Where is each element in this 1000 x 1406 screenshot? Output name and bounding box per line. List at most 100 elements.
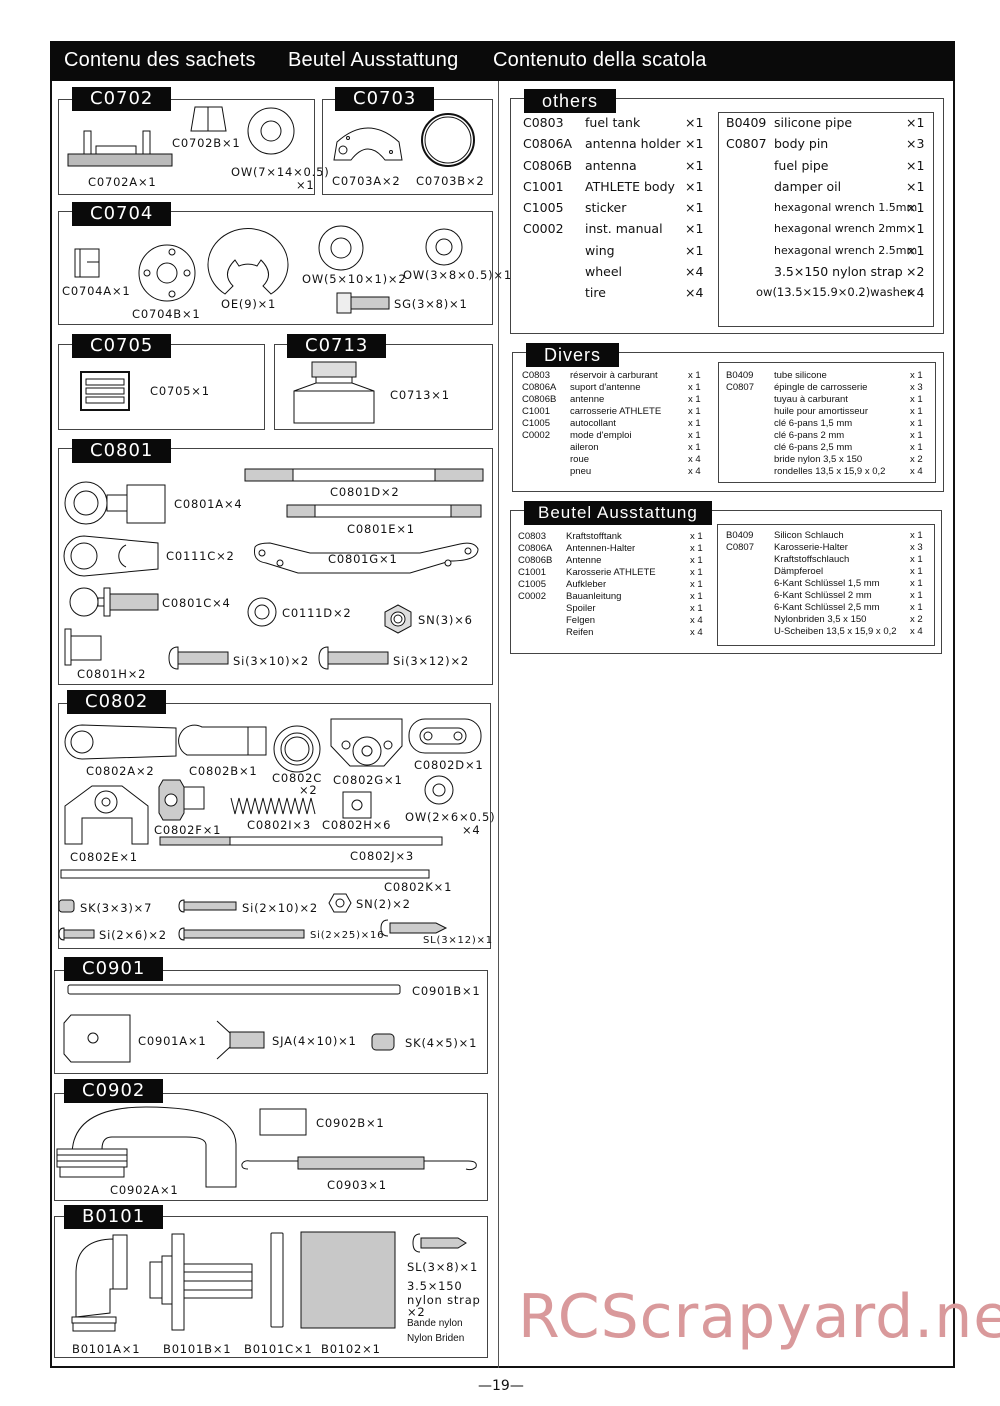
divers-list-left: C0803 réservoir à carburant x 1 C0806A supor… xyxy=(522,370,706,478)
part-qty: x 1 xyxy=(690,567,703,578)
list-item: 6-Kant Schlüssel 2 mm x 1 xyxy=(726,590,928,602)
part-name: damper oil xyxy=(774,178,842,194)
part-label: SN(2)×2 xyxy=(356,897,411,911)
part-label: C0704B×1 xyxy=(132,307,201,321)
hex-nut-icon xyxy=(384,604,412,634)
part-code: C0803 xyxy=(523,115,564,130)
part-name: suport d'antenne xyxy=(570,382,641,393)
part-name: Karosserie ATHLETE xyxy=(566,567,656,578)
part-label: C0801A×4 xyxy=(174,497,243,511)
part-code: C0806B xyxy=(522,394,557,405)
part-name: tire xyxy=(585,285,606,301)
bag-tag-c0902: C0902 xyxy=(64,1079,164,1103)
part-code: B0409 xyxy=(726,115,767,130)
list-item: C1001 Karosserie ATHLETE x 1 xyxy=(518,567,706,579)
part-qty: ×1 xyxy=(906,200,925,216)
part-label: C0703A×2 xyxy=(332,174,401,188)
part-qty: ×1 xyxy=(906,157,925,173)
part-code: C0002 xyxy=(522,430,550,441)
part-qty: x 1 xyxy=(910,394,923,405)
part-qty: ×1 xyxy=(685,157,704,173)
part-label: C0802G×1 xyxy=(333,773,403,787)
part-label: C0802K×1 xyxy=(384,880,453,894)
part-code: C1005 xyxy=(522,418,550,429)
list-item: Felgen x 4 xyxy=(518,615,706,627)
part-label: C0702A×1 xyxy=(88,175,157,189)
air-filter-elbow-icon xyxy=(70,1233,132,1335)
list-item: C0803 Kraftstofftank x 1 xyxy=(518,531,706,543)
list-item: pneu x 4 xyxy=(522,466,706,478)
part-label: C0802D×1 xyxy=(414,758,484,772)
part-qty: x 1 xyxy=(690,579,703,590)
part-qty: ×4 xyxy=(685,264,704,280)
part-qty: ×1 xyxy=(685,136,704,152)
part-qty: x 2 xyxy=(910,614,923,625)
part-label: C0802H×6 xyxy=(322,818,392,832)
list-item: B0409 tube silicone x 1 xyxy=(726,370,928,382)
part-name: rondelles 13,5 x 15,9 x 0,2 xyxy=(774,466,886,477)
part-label: C0713×1 xyxy=(390,388,450,402)
list-item: C0807 body pin ×3 xyxy=(726,133,928,154)
list-item: Kraftstoffschlauch x 1 xyxy=(726,554,928,566)
part-qty: ×1 xyxy=(685,242,704,258)
part-name: 3.5×150 nylon strap xyxy=(774,264,903,280)
part-label: Si(2×25)×16 xyxy=(310,930,385,941)
beutel-title: Beutel Ausstattung xyxy=(524,501,712,525)
list-item: Nylonbriden 3,5 x 150 x 2 xyxy=(726,614,928,626)
bag-tag-c0703: C0703 xyxy=(335,87,435,111)
list-item: C0807 Karosserie-Halter x 3 xyxy=(726,542,928,554)
list-item: Spoiler x 1 xyxy=(518,603,706,615)
part-code: C0803 xyxy=(518,531,546,542)
part-qty: ×1 xyxy=(685,221,704,237)
part-name: sticker xyxy=(585,200,627,216)
list-item: B0409 silicone pipe ×1 xyxy=(726,112,928,133)
part-label: ×2 xyxy=(299,783,318,797)
part-name: aileron xyxy=(570,442,599,453)
part-name: Antenne xyxy=(566,555,602,566)
part-label: B0101A×1 xyxy=(72,1342,141,1356)
tapping-screw-icon xyxy=(412,1232,468,1254)
list-item: hexagonal wrench 1.5mm ×1 xyxy=(726,197,928,218)
air-filter-adapter-icon xyxy=(146,1232,256,1332)
spur-gear-icon xyxy=(66,126,176,172)
part-qty: x 1 xyxy=(690,543,703,554)
turnbuckle-icon xyxy=(286,503,482,519)
part-qty: ×1 xyxy=(685,115,704,130)
part-label: C0703B×2 xyxy=(416,174,485,188)
filter-foam-icon xyxy=(259,1108,307,1136)
washer-icon xyxy=(318,225,364,271)
part-name: tuyau à carburant xyxy=(774,394,848,405)
part-name: clé 6-pans 1,5 mm xyxy=(774,418,853,429)
bag-tag-c0801: C0801 xyxy=(72,439,172,463)
list-item: C1001 carrosserie ATHLETE x 1 xyxy=(522,406,706,418)
part-qty: x 1 xyxy=(910,418,923,429)
part-label: C0801C×4 xyxy=(162,596,231,610)
e-ring-icon xyxy=(205,224,289,296)
part-qty: x 3 xyxy=(910,542,923,553)
list-item: C0002 mode d'emploi x 1 xyxy=(522,430,706,442)
part-name: antenna xyxy=(585,157,637,173)
part-label: SL(3×12)×1 xyxy=(423,935,493,946)
bag-tag-b0101: B0101 xyxy=(64,1205,164,1229)
list-item: fuel pipe ×1 xyxy=(726,155,928,176)
list-item: rondelles 13,5 x 15,9 x 0,2 x 4 xyxy=(726,466,928,478)
part-name: antenne xyxy=(570,394,605,405)
threaded-rod-icon xyxy=(159,836,445,846)
ball-end-icon xyxy=(186,726,268,756)
list-item: C1005 sticker ×1 xyxy=(523,197,708,218)
list-item: C0002 Bauanleitung x 1 xyxy=(518,591,706,603)
part-qty: x 2 xyxy=(910,454,923,465)
part-name: inst. manual xyxy=(585,221,663,237)
part-label: C0705×1 xyxy=(150,384,210,398)
part-label: C0801H×2 xyxy=(77,667,147,681)
washer-icon xyxy=(247,597,277,627)
part-code: C0807 xyxy=(726,382,754,393)
part-name: carrosserie ATHLETE xyxy=(570,406,662,417)
part-label: C0802E×1 xyxy=(70,850,138,864)
part-name: Silicon Schlauch xyxy=(774,530,844,541)
pivot-bushing-icon xyxy=(64,628,104,666)
filter-plate-icon xyxy=(270,1232,286,1328)
part-label: Bande nylon xyxy=(407,1318,463,1329)
part-code: C1005 xyxy=(523,200,564,216)
part-qty: x 1 xyxy=(910,602,923,613)
